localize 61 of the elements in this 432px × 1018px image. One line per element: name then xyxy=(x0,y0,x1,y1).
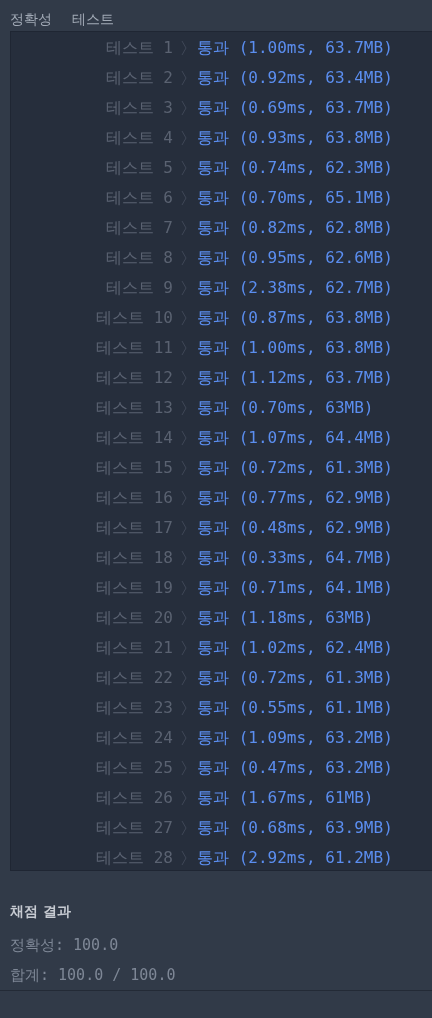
test-result: 통과 (2.92ms, 61.2MB) xyxy=(197,847,394,869)
score-text: 합계: 100.0 / 100.0 xyxy=(10,965,177,986)
chevron-icon xyxy=(181,310,187,326)
chevron-icon xyxy=(181,160,187,176)
chevron-icon xyxy=(181,40,187,56)
test-result: 통과 (0.70ms, 63MB) xyxy=(197,397,375,419)
test-result: 통과 (0.77ms, 62.9MB) xyxy=(197,487,394,509)
test-result: 통과 (0.92ms, 63.4MB) xyxy=(197,67,394,89)
test-result: 통과 (0.68ms, 63.9MB) xyxy=(197,817,394,839)
chevron-icon xyxy=(181,250,187,266)
chevron-icon xyxy=(181,730,187,746)
test-result: 통과 (2.38ms, 62.7MB) xyxy=(197,277,394,299)
chevron-icon xyxy=(181,850,187,866)
test-result: 통과 (0.55ms, 61.1MB) xyxy=(197,697,394,719)
chevron-icon xyxy=(181,370,187,386)
score-text: 정확성: 100.0 xyxy=(10,935,120,956)
test-result: 통과 (0.72ms, 61.3MB) xyxy=(197,667,394,689)
test-result: 통과 (1.09ms, 63.2MB) xyxy=(197,727,394,749)
test-result: 통과 (1.00ms, 63.8MB) xyxy=(197,337,394,359)
chevron-icon xyxy=(181,460,187,476)
chevron-icon xyxy=(181,490,187,506)
chevron-icon xyxy=(181,340,187,356)
test-result: 통과 (0.82ms, 62.8MB) xyxy=(197,217,394,239)
test-result: 통과 (0.93ms, 63.8MB) xyxy=(197,127,394,149)
test-result: 통과 (1.00ms, 63.7MB) xyxy=(197,37,394,59)
chevron-icon xyxy=(181,280,187,296)
chevron-icon xyxy=(181,580,187,596)
chevron-icon xyxy=(181,220,187,236)
test-result: 통과 (0.70ms, 65.1MB) xyxy=(197,187,394,209)
chevron-icon xyxy=(181,430,187,446)
chevron-icon xyxy=(181,790,187,806)
test-result: 통과 (1.67ms, 61MB) xyxy=(197,787,375,809)
chevron-icon xyxy=(181,820,187,836)
chevron-icon xyxy=(181,700,187,716)
chevron-icon xyxy=(181,130,187,146)
chevron-icon xyxy=(181,70,187,86)
test-result: 통과 (0.95ms, 62.6MB) xyxy=(197,247,394,269)
header-label: 테스트 xyxy=(72,11,114,29)
chevron-icon xyxy=(181,520,187,536)
test-result: 통과 (1.18ms, 63MB) xyxy=(197,607,375,629)
chevron-icon xyxy=(181,100,187,116)
test-result: 통과 (0.71ms, 64.1MB) xyxy=(197,577,394,599)
chevron-icon xyxy=(181,190,187,206)
test-result: 통과 (1.02ms, 62.4MB) xyxy=(197,637,394,659)
test-result: 통과 (0.69ms, 63.7MB) xyxy=(197,97,394,119)
test-result: 통과 (0.72ms, 61.3MB) xyxy=(197,457,394,479)
test-result: 통과 (0.48ms, 62.9MB) xyxy=(197,517,394,539)
test-result: 통과 (1.07ms, 64.4MB) xyxy=(197,427,394,449)
chevron-icon xyxy=(181,610,187,626)
test-result: 통과 (0.33ms, 64.7MB) xyxy=(197,547,394,569)
chevron-icon xyxy=(181,760,187,776)
summary-title: 채점 결과 xyxy=(10,902,72,921)
header-label: 정확성 xyxy=(10,11,52,29)
chevron-icon xyxy=(181,670,187,686)
chevron-icon xyxy=(181,550,187,566)
chevron-icon xyxy=(181,640,187,656)
chevron-icon xyxy=(181,400,187,416)
test-result: 통과 (1.12ms, 63.7MB) xyxy=(197,367,394,389)
test-result: 통과 (0.87ms, 63.8MB) xyxy=(197,307,394,329)
test-result: 통과 (0.47ms, 63.2MB) xyxy=(197,757,394,779)
test-result: 통과 (0.74ms, 62.3MB) xyxy=(197,157,394,179)
